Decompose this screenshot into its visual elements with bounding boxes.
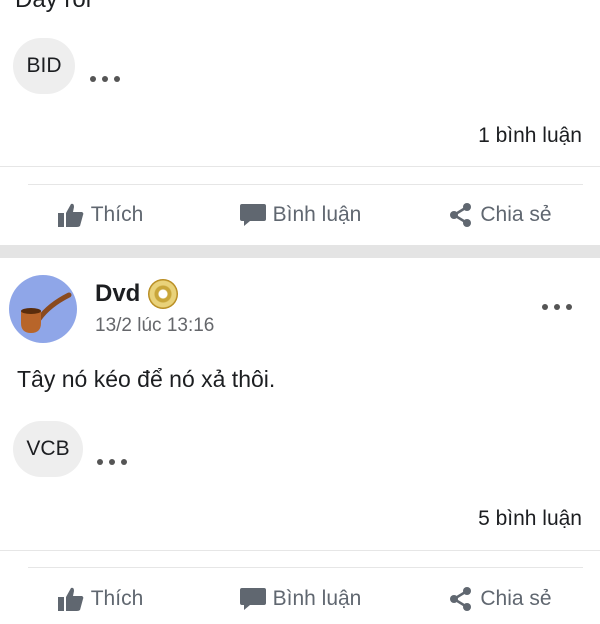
previous-post-text: Đây rồi xyxy=(15,0,91,14)
ticker-chip-vcb[interactable]: VCB xyxy=(13,421,83,477)
comment-bubble-icon xyxy=(239,588,266,610)
like-label: Thích xyxy=(90,587,144,610)
comment-bubble-icon xyxy=(239,204,266,226)
post-separator xyxy=(0,245,600,258)
divider xyxy=(0,550,600,551)
avatar[interactable] xyxy=(9,275,77,343)
comment-button[interactable]: Bình luận xyxy=(200,190,400,240)
divider xyxy=(0,166,600,167)
pipe-icon xyxy=(21,292,72,333)
post-options-icon[interactable] xyxy=(542,288,578,314)
post-timestamp[interactable]: 13/2 lúc 13:16 xyxy=(95,315,214,337)
post-body: Tây nó kéo để nó xả thôi. xyxy=(17,366,276,392)
ticker-chip-bid[interactable]: BID xyxy=(13,38,75,94)
comment-label: Bình luận xyxy=(272,203,362,226)
action-bar: Thích Bình luận Chia sẻ xyxy=(0,574,600,624)
share-icon xyxy=(450,587,472,611)
comment-count[interactable]: 5 bình luận xyxy=(478,507,582,531)
like-button[interactable]: Thích xyxy=(0,190,200,240)
share-label: Chia sẻ xyxy=(480,203,552,226)
action-bar: Thích Bình luận Chia sẻ xyxy=(0,190,600,240)
ticker-chip-label: BID xyxy=(26,54,62,77)
chip-more-icon[interactable] xyxy=(97,443,133,469)
comment-label: Bình luận xyxy=(272,587,362,610)
top-fan-badge-icon xyxy=(148,279,179,309)
comment-button[interactable]: Bình luận xyxy=(200,574,400,624)
thumbs-up-icon xyxy=(57,587,84,611)
share-icon xyxy=(450,203,472,227)
divider xyxy=(28,567,583,568)
like-button[interactable]: Thích xyxy=(0,574,200,624)
thumbs-up-icon xyxy=(57,203,84,227)
author-name[interactable]: Dvd xyxy=(95,279,179,309)
share-button[interactable]: Chia sẻ xyxy=(400,190,600,240)
chip-more-icon[interactable] xyxy=(90,60,126,86)
like-label: Thích xyxy=(90,203,144,226)
comment-count[interactable]: 1 bình luận xyxy=(478,124,582,148)
share-label: Chia sẻ xyxy=(480,587,552,610)
author-label: Dvd xyxy=(95,280,141,307)
ticker-chip-label: VCB xyxy=(26,437,70,460)
share-button[interactable]: Chia sẻ xyxy=(400,574,600,624)
divider xyxy=(28,184,583,185)
